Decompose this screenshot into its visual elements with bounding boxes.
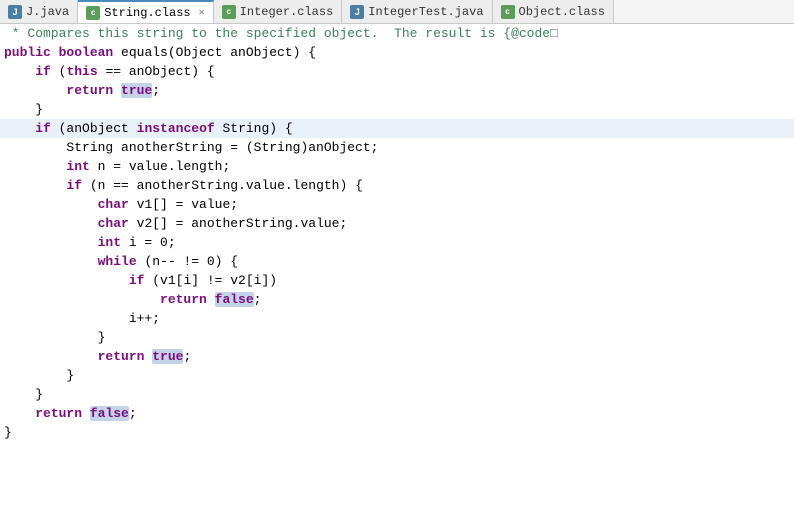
tab-bar: J J.java c String.class ✕ c Integer.clas… bbox=[0, 0, 794, 24]
tab-string-class-close[interactable]: ✕ bbox=[199, 7, 205, 19]
code-line-20: } bbox=[0, 385, 794, 404]
class-icon-integer: c bbox=[222, 5, 236, 19]
tab-java[interactable]: J J.java bbox=[0, 0, 78, 23]
code-line-15: return false; bbox=[0, 290, 794, 309]
j-icon-integertest: J bbox=[350, 5, 364, 19]
code-line-9: if (n == anotherString.value.length) { bbox=[0, 176, 794, 195]
tab-integertest-java[interactable]: J IntegerTest.java bbox=[342, 0, 492, 23]
code-line-18: return true; bbox=[0, 347, 794, 366]
code-line-14: if (v1[i] != v2[i]) bbox=[0, 271, 794, 290]
code-line-3: if (this == anObject) { bbox=[0, 62, 794, 81]
tab-string-class-label: String.class bbox=[104, 6, 190, 20]
code-line-13: while (n-- != 0) { bbox=[0, 252, 794, 271]
tab-integer-class-label: Integer.class bbox=[240, 5, 334, 19]
comment-text: * Compares this string to the specified … bbox=[4, 26, 558, 41]
code-line-5: } bbox=[0, 100, 794, 119]
code-line-4: return true; bbox=[0, 81, 794, 100]
j-icon: J bbox=[8, 5, 22, 19]
class-icon-string: c bbox=[86, 6, 100, 20]
code-line-11: char v2[] = anotherString.value; bbox=[0, 214, 794, 233]
code-line-12: int i = 0; bbox=[0, 233, 794, 252]
tab-object-class[interactable]: c Object.class bbox=[493, 0, 614, 23]
tab-java-label: J.java bbox=[26, 5, 69, 19]
tab-object-class-label: Object.class bbox=[519, 5, 605, 19]
code-area: * Compares this string to the specified … bbox=[0, 24, 794, 514]
code-line-19: } bbox=[0, 366, 794, 385]
code-line-17: } bbox=[0, 328, 794, 347]
code-line-10: char v1[] = value; bbox=[0, 195, 794, 214]
tab-string-class[interactable]: c String.class ✕ bbox=[78, 0, 213, 23]
code-line-6: if (anObject instanceof String) { bbox=[0, 119, 794, 138]
class-icon-object: c bbox=[501, 5, 515, 19]
code-line-1: * Compares this string to the specified … bbox=[0, 24, 794, 43]
code-line-2: public boolean equals(Object anObject) { bbox=[0, 43, 794, 62]
code-line-16: i++; bbox=[0, 309, 794, 328]
tab-integertest-java-label: IntegerTest.java bbox=[368, 5, 483, 19]
code-line-21: return false; bbox=[0, 404, 794, 423]
code-line-7: String anotherString = (String)anObject; bbox=[0, 138, 794, 157]
tab-integer-class[interactable]: c Integer.class bbox=[214, 0, 343, 23]
code-line-8: int n = value.length; bbox=[0, 157, 794, 176]
code-line-22: } bbox=[0, 423, 794, 442]
